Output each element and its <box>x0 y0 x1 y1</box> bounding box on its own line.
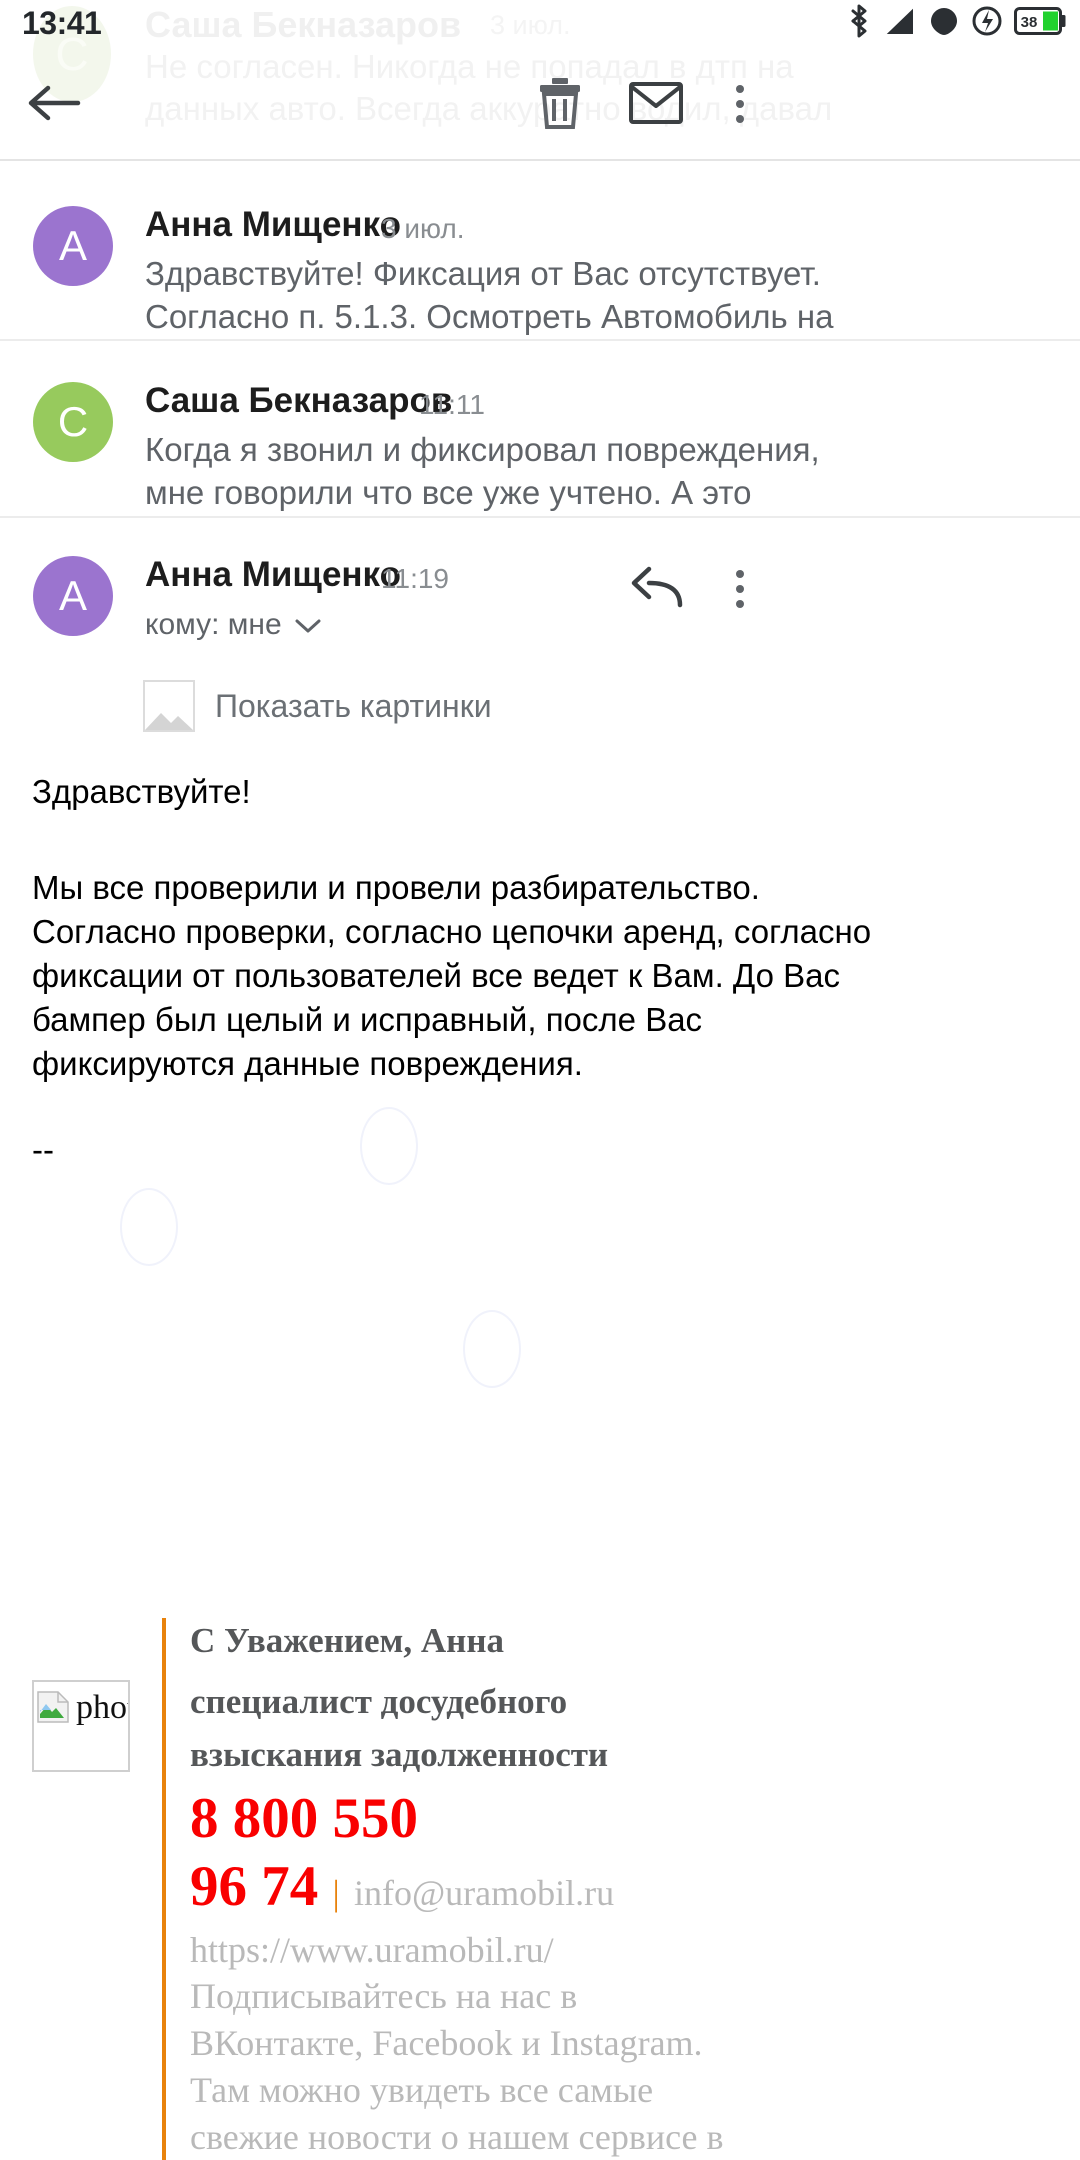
collapsed-message-1[interactable]: А Анна Мищенко 3 июл. Здравствуйте! Фикс… <box>0 161 1080 339</box>
email-body: Здравствуйте! Мы все проверили и провели… <box>32 770 1048 1170</box>
snippet-line-1: Здравствуйте! Фиксация от Вас отсутствуе… <box>145 255 821 292</box>
arrow-back-icon <box>26 81 82 128</box>
chevron-down-icon <box>295 608 321 642</box>
signature-contact-line: 8 800 550 96 74 | info@uramobil.ru <box>190 1785 1072 1927</box>
message-timestamp: 11:11 <box>419 389 485 420</box>
message-timestamp: 3 июл. <box>381 213 465 244</box>
mark-unread-button[interactable] <box>620 68 692 140</box>
recipients-label: кому: мне <box>145 608 282 641</box>
signature-separator: -- <box>32 1131 54 1168</box>
more-vertical-icon <box>736 85 744 123</box>
message-more-button[interactable] <box>712 553 768 625</box>
body-greeting: Здравствуйте! <box>32 773 251 810</box>
image-placeholder-icon <box>143 680 195 732</box>
message-thread: А Анна Мищенко 3 июл. Здравствуйте! Фикс… <box>0 161 1080 2160</box>
avatar: С <box>33 382 113 462</box>
toolbar-divider <box>0 159 1080 161</box>
avatar: А <box>33 206 113 286</box>
signature-social-line-1: Подписывайтесь на нас в <box>190 1976 578 2016</box>
message-timestamp: 11:19 <box>381 563 449 594</box>
signature-line-1: С Уважением, Анна <box>190 1621 505 1660</box>
sender-name: Анна Мищенко <box>145 205 401 244</box>
phone-number-part-2[interactable]: 96 74 <box>190 1855 318 1918</box>
back-button[interactable] <box>18 68 90 140</box>
more-options-button[interactable] <box>710 68 770 140</box>
charging-icon <box>971 5 1003 42</box>
signature-text: С Уважением, Анна специалист досудебного… <box>166 1618 1072 2160</box>
snippet-line-2: мне говорили что все уже учтено. А это <box>145 474 752 511</box>
body-line-1: Мы все проверили и провели разбирательст… <box>32 869 760 906</box>
delete-button[interactable] <box>524 68 596 140</box>
show-images-label: Показать картинки <box>215 687 492 724</box>
watermark-ellipse <box>463 1310 521 1388</box>
wifi-icon <box>928 5 960 42</box>
message-divider <box>0 516 1080 518</box>
watermark-ellipse <box>120 1188 178 1266</box>
status-icon-group: 38 <box>846 4 1066 42</box>
svg-text:38: 38 <box>1021 14 1038 31</box>
contact-separator: | <box>332 1873 340 1913</box>
signature-email-link[interactable]: info@uramobil.ru <box>354 1873 614 1913</box>
app-toolbar <box>0 46 1080 160</box>
broken-image-placeholder: photo <box>32 1680 130 1772</box>
snippet-line-1: Когда я звонил и фиксировал повреждения, <box>145 431 820 468</box>
email-thread-screen: С Саша Бекназаров 3 июл. Не согласен. Ни… <box>0 0 1080 2160</box>
reply-button[interactable] <box>621 553 693 625</box>
phone-number-part-1[interactable]: 8 800 550 <box>190 1787 418 1850</box>
status-bar: 13:41 38 <box>0 0 1080 46</box>
signature-website-link[interactable]: https://www.uramobil.ru/ <box>190 1927 1072 1973</box>
status-clock: 13:41 <box>22 5 102 41</box>
battery-icon: 38 <box>1014 6 1066 41</box>
signal-icon <box>883 5 917 42</box>
body-line-5: фиксируются данные повреждения. <box>32 1045 583 1082</box>
more-vertical-icon <box>736 570 744 608</box>
envelope-icon <box>629 81 683 127</box>
recipients-toggle[interactable]: кому: мне <box>145 608 321 642</box>
sender-name: Анна Мищенко <box>145 555 401 594</box>
signature-social-line-3: Там можно увидеть все самые <box>190 2070 654 2110</box>
email-signature: photo С Уважением, Анна специалист досуд… <box>32 1618 1072 2160</box>
reply-arrow-icon <box>630 566 684 613</box>
trash-icon <box>537 77 583 132</box>
body-line-4: бампер был целый и исправный, после Вас <box>32 1001 703 1038</box>
signature-social-line-4: свежие новости о нашем сервисе в <box>190 2117 724 2157</box>
snippet-line-2: Согласно п. 5.1.3. Осмотреть Автомобиль … <box>145 298 834 335</box>
show-images-button[interactable]: Показать картинки <box>143 680 492 732</box>
avatar: А <box>33 556 113 636</box>
signature-social-line-2: ВКонтакте, Facebook и Instagram. <box>190 2023 703 2063</box>
body-line-3: фиксации от пользователей все ведет к Ва… <box>32 957 841 994</box>
signature-role-line-1: специалист досудебного <box>190 1682 568 1721</box>
image-alt-text: photo <box>76 1689 128 1726</box>
message-snippet: Когда я звонил и фиксировал повреждения,… <box>145 428 1048 514</box>
sender-name: Саша Бекназаров <box>145 381 453 420</box>
message-snippet: Здравствуйте! Фиксация от Вас отсутствуе… <box>145 252 1048 338</box>
body-line-2: Согласно проверки, согласно цепочки арен… <box>32 913 872 950</box>
signature-role-line-2: взыскания задолженности <box>190 1735 609 1774</box>
bluetooth-icon <box>846 4 872 43</box>
collapsed-message-2[interactable]: С Саша Бекназаров 11:11 Когда я звонил и… <box>0 341 1080 516</box>
